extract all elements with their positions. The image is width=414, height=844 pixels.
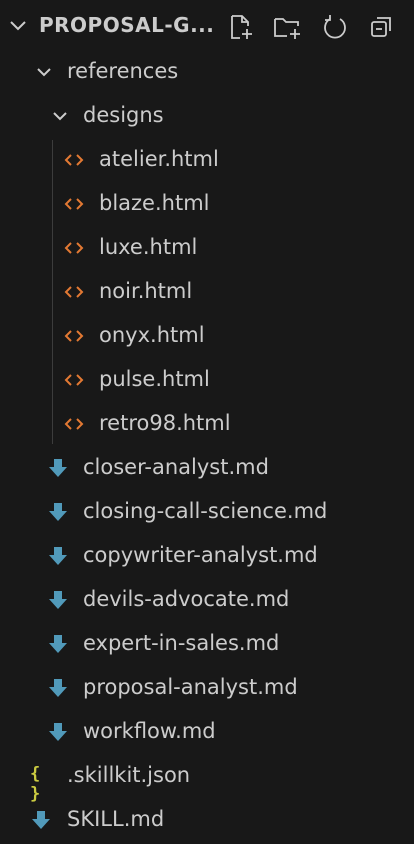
tree-file[interactable]: expert-in-sales.md <box>0 622 414 666</box>
file-label: luxe.html <box>99 235 198 259</box>
markdown-download-icon <box>49 503 67 521</box>
chevron-down-icon <box>53 112 67 121</box>
file-label: onyx.html <box>99 323 205 347</box>
code-angle-icon <box>64 286 84 298</box>
markdown-download-icon <box>49 635 67 653</box>
markdown-download-icon <box>49 547 67 565</box>
new-file-button[interactable] <box>224 10 258 44</box>
tree-file[interactable]: closer-analyst.md <box>0 446 414 490</box>
code-angle-icon <box>64 198 84 210</box>
tree-file[interactable]: proposal-analyst.md <box>0 666 414 710</box>
tree-file[interactable]: SKILL.md <box>0 798 414 842</box>
file-label: closing-call-science.md <box>83 499 328 523</box>
tree-file[interactable]: workflow.md <box>0 710 414 754</box>
markdown-download-icon <box>49 723 67 741</box>
file-label: SKILL.md <box>67 807 165 831</box>
tree-file[interactable]: blaze.html <box>0 182 414 226</box>
markdown-download-icon <box>49 459 67 477</box>
tree-file[interactable]: { } .skillkit.json <box>0 754 414 804</box>
markdown-download-icon <box>49 591 67 609</box>
new-folder-button[interactable] <box>270 10 304 44</box>
file-label: retro98.html <box>99 411 231 435</box>
tree-folder-designs[interactable]: designs <box>0 94 414 138</box>
markdown-download-icon <box>32 811 50 829</box>
new-folder-icon <box>274 18 300 39</box>
json-braces-icon: { } <box>30 764 40 804</box>
tree-file[interactable]: pulse.html <box>0 358 414 402</box>
file-label: blaze.html <box>99 191 210 215</box>
tree-file[interactable]: luxe.html <box>0 226 414 270</box>
file-label: pulse.html <box>99 367 210 391</box>
file-label: atelier.html <box>99 147 219 171</box>
tree-file[interactable]: devils-advocate.md <box>0 578 414 622</box>
folder-label: designs <box>83 103 164 127</box>
workspace-title[interactable]: PROPOSAL-G... <box>39 13 214 37</box>
refresh-button[interactable] <box>318 10 352 44</box>
tree-file[interactable]: onyx.html <box>0 314 414 358</box>
file-label: closer-analyst.md <box>83 455 269 479</box>
markdown-download-icon <box>49 679 67 697</box>
tree-file[interactable]: retro98.html <box>0 402 414 446</box>
collapse-all-icon <box>371 17 391 37</box>
file-label: workflow.md <box>83 719 216 743</box>
code-angle-icon <box>64 418 84 430</box>
tree-file[interactable]: noir.html <box>0 270 414 314</box>
folder-label: references <box>67 59 179 83</box>
chevron-down-icon <box>37 68 51 77</box>
tree-file[interactable]: closing-call-science.md <box>0 490 414 534</box>
code-angle-icon <box>64 374 84 386</box>
file-label: .skillkit.json <box>67 763 191 787</box>
file-label: noir.html <box>99 279 193 303</box>
file-label: expert-in-sales.md <box>83 631 280 655</box>
new-file-icon <box>231 15 252 39</box>
tree-folder-references[interactable]: references <box>0 50 414 94</box>
refresh-icon <box>324 15 346 39</box>
file-label: copywriter-analyst.md <box>83 543 318 567</box>
code-angle-icon <box>64 330 84 342</box>
tree-file[interactable]: copywriter-analyst.md <box>0 534 414 578</box>
explorer-header[interactable]: PROPOSAL-G... <box>0 0 414 52</box>
file-label: devils-advocate.md <box>83 587 290 611</box>
file-explorer: PROPOSAL-G... references designs atelier… <box>0 0 414 844</box>
tree-file[interactable]: atelier.html <box>0 138 414 182</box>
code-angle-icon <box>64 154 84 166</box>
code-angle-icon <box>64 242 84 254</box>
file-label: proposal-analyst.md <box>83 675 298 699</box>
collapse-all-button[interactable] <box>365 10 399 44</box>
chevron-down-icon[interactable] <box>8 16 28 36</box>
